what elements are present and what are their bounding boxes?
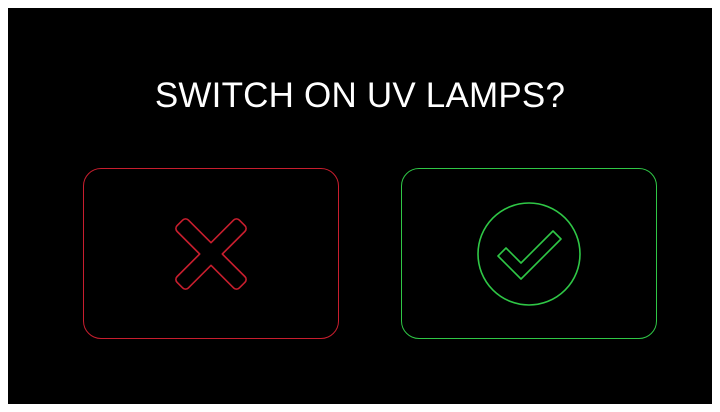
uv-lamp-dialog: SWITCH ON UV LAMPS?	[8, 8, 712, 404]
dialog-question: SWITCH ON UV LAMPS?	[154, 76, 566, 115]
x-icon	[175, 217, 247, 290]
cancel-button[interactable]	[83, 168, 339, 339]
check-circle-icon	[477, 201, 581, 306]
confirm-button[interactable]	[401, 168, 657, 339]
